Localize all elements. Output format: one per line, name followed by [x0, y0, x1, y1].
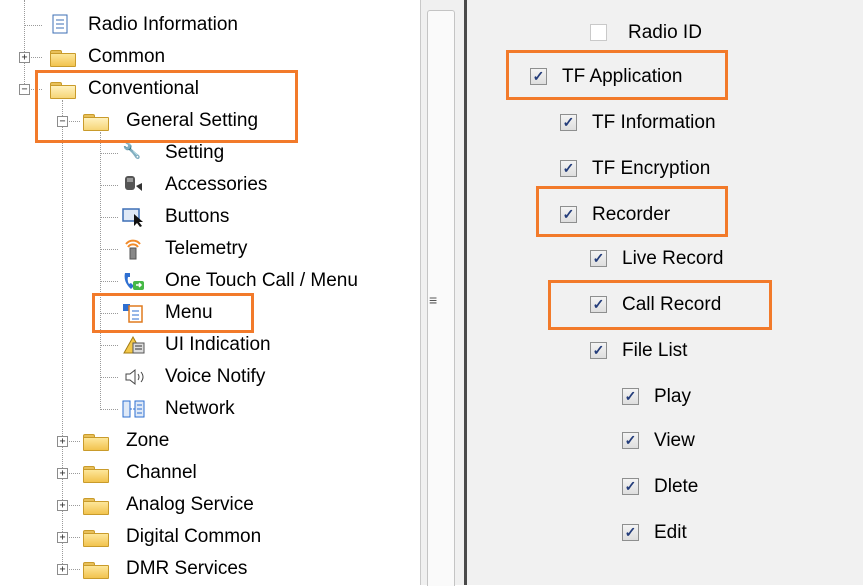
tree-item-label: Conventional: [88, 78, 199, 99]
tree-item-label: Menu: [165, 302, 213, 323]
tree-item-label: Analog Service: [126, 494, 254, 515]
tree-item-label: Voice Notify: [165, 366, 266, 387]
checkbox-label: View: [654, 430, 695, 451]
folder-icon: [83, 498, 109, 515]
phone-icon: [122, 270, 144, 290]
tree-connector: [28, 57, 42, 58]
tree-item-label: Channel: [126, 462, 197, 483]
checkbox[interactable]: ✓: [590, 296, 607, 313]
tree-item-label: UI Indication: [165, 334, 271, 355]
checkbox[interactable]: ✓: [622, 432, 639, 449]
tree-connector: [100, 249, 118, 250]
collapse-toggle[interactable]: −: [57, 116, 68, 127]
expand-toggle[interactable]: +: [57, 564, 68, 575]
tree-connector: [66, 441, 80, 442]
folder-icon: [83, 530, 109, 547]
checkbox-label: Recorder: [592, 204, 671, 225]
tree-item-label: Setting: [165, 142, 225, 163]
network-icon: [122, 398, 145, 418]
expand-toggle[interactable]: +: [19, 52, 30, 63]
panel-splitter[interactable]: ≡: [420, 0, 467, 586]
checkbox-label: Radio ID: [628, 22, 702, 43]
wrench-icon: 🔧: [122, 143, 142, 160]
folder-open-icon: [83, 114, 109, 131]
tree-item-label: Accessories: [165, 174, 268, 195]
menu-settings-panel: ✓ Radio ID ✓ TF Application ✓ TF Informa…: [467, 0, 863, 585]
checkbox-label: Edit: [654, 522, 687, 543]
collapse-toggle[interactable]: −: [19, 84, 30, 95]
tree-item-label: General Setting: [126, 110, 259, 131]
checkbox[interactable]: ✓: [590, 250, 607, 267]
expand-toggle[interactable]: +: [57, 468, 68, 479]
expand-toggle[interactable]: +: [57, 532, 68, 543]
cursor-button-icon: [122, 206, 143, 227]
checkbox-label: TF Encryption: [592, 158, 711, 179]
tree-item-label: Radio Information: [88, 14, 238, 35]
telemetry-icon: [122, 238, 142, 260]
tree-connector: [66, 121, 80, 122]
accessory-icon: [122, 174, 142, 194]
tree-connector: [100, 409, 118, 410]
tree-connector: [100, 153, 118, 154]
tree-connector: [66, 505, 80, 506]
tree-connector: [100, 377, 118, 378]
checkbox[interactable]: ✓: [530, 68, 547, 85]
tree-item-label: Digital Common: [126, 526, 262, 547]
tree-item-label: Common: [88, 46, 166, 67]
tree-connector: [100, 132, 101, 410]
checkbox[interactable]: ✓: [560, 206, 577, 223]
menu-list-icon: [122, 302, 143, 323]
checkbox-label: Play: [654, 386, 691, 407]
tree-item-label: Network: [165, 398, 235, 419]
tree-connector: [100, 281, 118, 282]
grip-icon[interactable]: ≡: [429, 292, 437, 308]
tree-connector: [66, 473, 80, 474]
tree-connector: [100, 185, 118, 186]
folder-icon: [83, 466, 109, 483]
checkbox[interactable]: ✓: [622, 478, 639, 495]
tree-item-label: Buttons: [165, 206, 230, 227]
checkbox-label: TF Information: [592, 112, 716, 133]
speaker-icon: [122, 366, 144, 386]
folder-icon: [83, 434, 109, 451]
checkbox[interactable]: ✓: [590, 342, 607, 359]
folder-open-icon: [50, 82, 76, 99]
checkbox-label: File List: [622, 340, 688, 361]
folder-icon: [83, 562, 109, 579]
folder-icon: [50, 50, 76, 67]
tree-item-label: DMR Services: [126, 558, 248, 579]
tree-connector: [24, 0, 25, 90]
tree-item-label: Zone: [126, 430, 170, 451]
tree-item-label: Telemetry: [165, 238, 248, 259]
expand-toggle[interactable]: +: [57, 500, 68, 511]
checkbox[interactable]: ✓: [560, 114, 577, 131]
checkbox[interactable]: ✓: [622, 524, 639, 541]
checkbox-label: Live Record: [622, 248, 724, 269]
document-icon: [50, 14, 70, 34]
tree-connector: [66, 569, 80, 570]
checkbox[interactable]: ✓: [560, 160, 577, 177]
tree-item-label: One Touch Call / Menu: [165, 270, 358, 291]
tree-connector: [66, 537, 80, 538]
ui-indication-icon: [122, 334, 145, 354]
tree-connector: [28, 89, 42, 90]
tree-connector: [100, 313, 118, 314]
checkbox[interactable]: ✓: [590, 24, 607, 41]
checkbox-label: Dlete: [654, 476, 699, 497]
tree-view[interactable]: Radio Information + Common − Conventiona…: [0, 0, 420, 585]
tree-connector: [24, 25, 42, 26]
checkbox[interactable]: ✓: [622, 388, 639, 405]
checkbox-label: TF Application: [562, 66, 683, 87]
checkbox-label: Call Record: [622, 294, 722, 315]
tree-connector: [100, 345, 118, 346]
tree-connector: [100, 217, 118, 218]
expand-toggle[interactable]: +: [57, 436, 68, 447]
